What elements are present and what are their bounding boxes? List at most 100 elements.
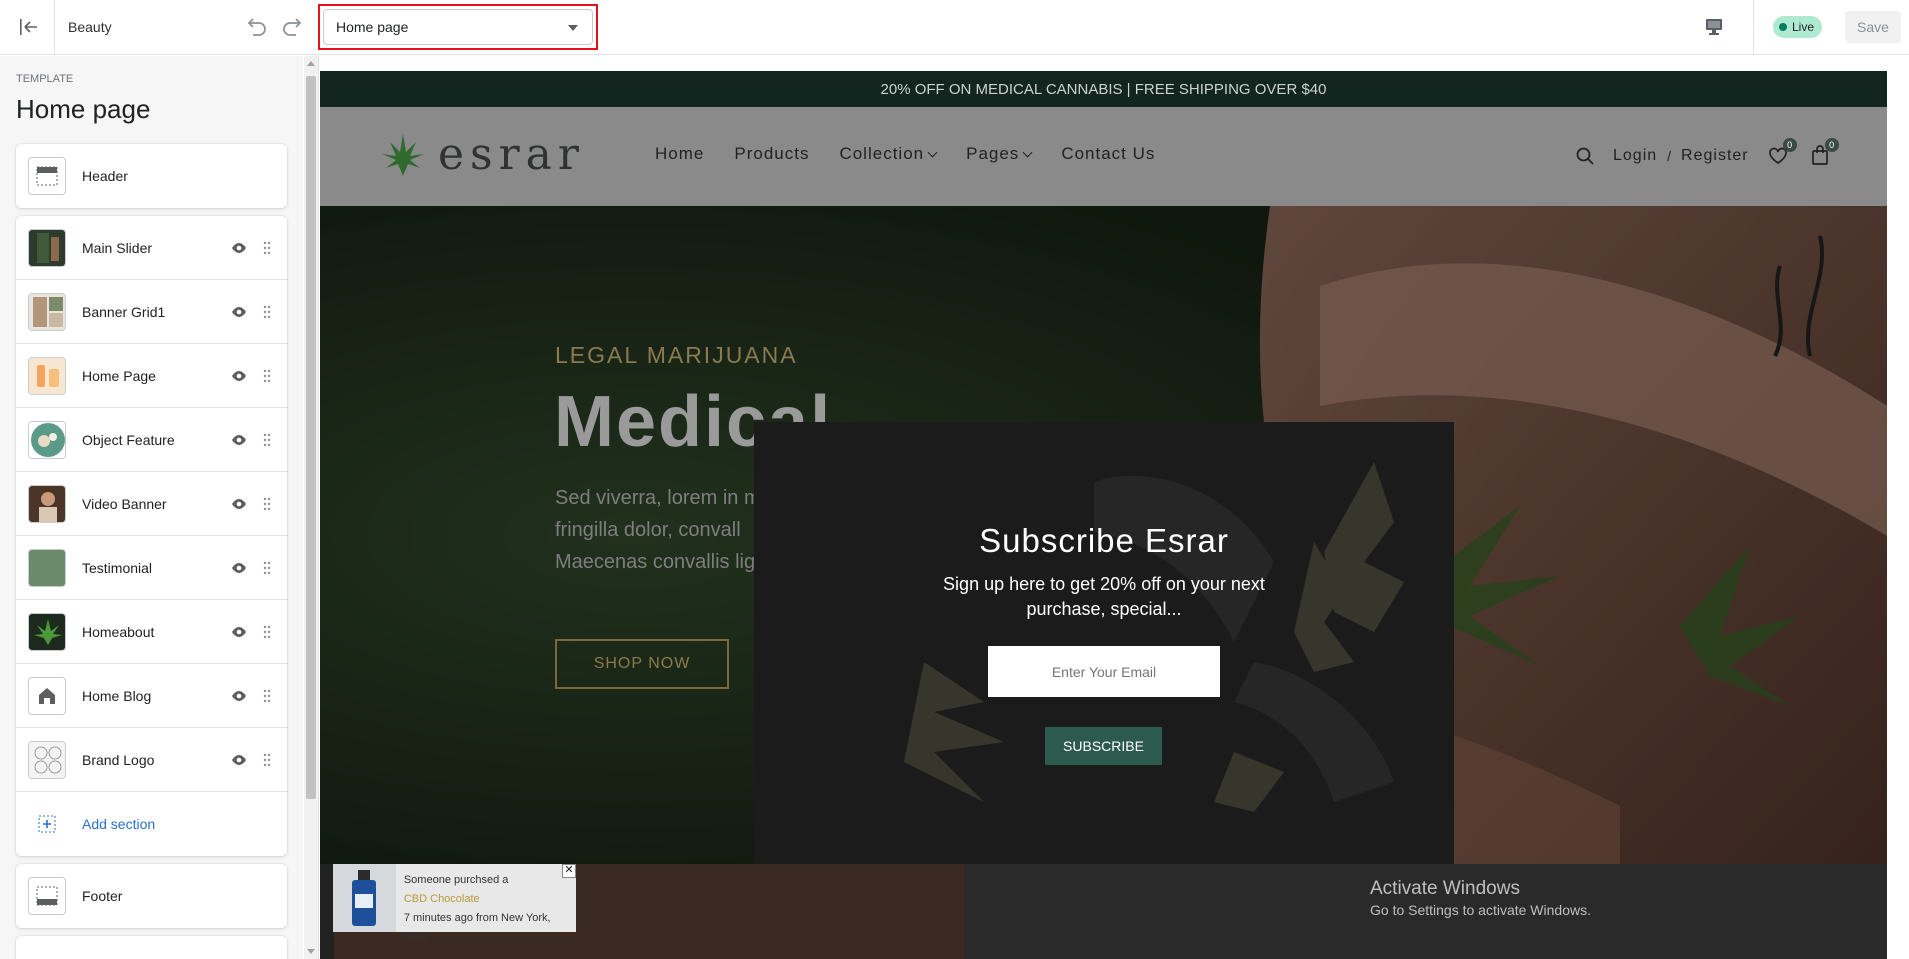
nav-label: Products xyxy=(734,144,810,163)
store-header: esrar Home Products Collection Pages Con… xyxy=(320,107,1887,206)
drag-handle-icon[interactable] xyxy=(262,560,272,576)
subscribe-button[interactable]: SUBSCRIBE xyxy=(1045,727,1162,765)
nav-label: Pages xyxy=(966,144,1020,163)
live-status-badge: Live xyxy=(1773,16,1823,38)
template-select-value: Home page xyxy=(336,19,409,35)
main-nav: Home Products Collection Pages Contact U… xyxy=(655,144,1185,164)
desktop-icon xyxy=(1706,19,1722,35)
eye-icon[interactable] xyxy=(231,304,247,320)
section-label: Banner Grid1 xyxy=(82,303,166,320)
nav-label: Collection xyxy=(839,144,925,163)
nav-home[interactable]: Home xyxy=(655,144,704,164)
eye-icon[interactable] xyxy=(231,560,247,576)
eye-icon[interactable] xyxy=(231,368,247,384)
section-label: Footer xyxy=(82,888,123,904)
home-icon xyxy=(28,676,66,715)
drag-handle-icon[interactable] xyxy=(262,240,272,256)
watermark-subtitle: Go to Settings to activate Windows. xyxy=(1370,902,1591,918)
section-row-testimonial[interactable]: Testimonial xyxy=(16,536,287,600)
section-label: Testimonial xyxy=(82,559,153,576)
status-dot-icon xyxy=(1779,23,1787,31)
eye-icon[interactable] xyxy=(231,624,247,640)
nav-products[interactable]: Products xyxy=(734,144,809,164)
add-section-label: Add section xyxy=(82,816,156,832)
drag-handle-icon[interactable] xyxy=(262,496,272,512)
email-input[interactable] xyxy=(988,646,1220,697)
sidebar-scrollbar[interactable] xyxy=(304,56,319,959)
main-slider-thumbnail xyxy=(28,228,66,267)
section-row-home-blog[interactable]: Home Blog xyxy=(16,664,287,728)
section-row-footer[interactable]: Footer xyxy=(16,864,287,928)
video-banner-thumbnail xyxy=(28,484,66,523)
eye-icon[interactable] xyxy=(231,432,247,448)
sections-sidebar: TEMPLATE Home page Header Main Slider Ba… xyxy=(0,56,303,959)
wishlist-count-badge: 0 xyxy=(1782,138,1797,152)
section-row-object-feature[interactable]: Object Feature xyxy=(16,408,287,472)
save-button[interactable]: Save xyxy=(1845,11,1901,43)
product-image xyxy=(333,864,396,932)
header-actions: Login / Register 0 0 xyxy=(1575,138,1839,168)
theme-name: Beauty xyxy=(68,19,112,35)
desktop-view-button[interactable] xyxy=(1700,13,1728,41)
drag-handle-icon[interactable] xyxy=(262,368,272,384)
status-label: Live xyxy=(1792,20,1815,34)
nav-contact-us[interactable]: Contact Us xyxy=(1061,144,1155,164)
eye-icon[interactable] xyxy=(231,240,247,256)
login-link[interactable]: Login xyxy=(1613,147,1657,165)
section-row-homeabout[interactable]: Homeabout xyxy=(16,600,287,664)
eye-icon[interactable] xyxy=(231,496,247,512)
eye-icon[interactable] xyxy=(231,752,247,768)
banner-grid-thumbnail xyxy=(28,292,66,331)
hero-slider: LEGAL MARIJUANA Medical Sed viverra, lor… xyxy=(320,206,1887,864)
section-row-main-slider[interactable]: Main Slider xyxy=(16,216,287,280)
section-label: Home Page xyxy=(82,367,156,384)
exit-button[interactable] xyxy=(14,13,44,41)
section-row-banner-grid1[interactable]: Banner Grid1 xyxy=(16,280,287,344)
drag-handle-icon[interactable] xyxy=(262,304,272,320)
redo-button[interactable] xyxy=(279,13,307,41)
scroll-up-arrow-icon[interactable] xyxy=(307,61,315,66)
purchase-notification[interactable]: Someone purchsed a CBD Chocolate 7 minut… xyxy=(333,864,576,943)
cart-button[interactable]: 0 xyxy=(1809,138,1839,168)
add-section-button[interactable]: Add section xyxy=(16,792,287,856)
testimonial-thumbnail xyxy=(28,548,66,587)
notification-line: Someone purchsed a xyxy=(403,874,509,886)
drag-handle-icon[interactable] xyxy=(262,624,272,640)
brand-logo-thumbnail xyxy=(28,740,66,779)
store-preview: 20% OFF ON MEDICAL CANNABIS | FREE SHIPP… xyxy=(320,71,1887,959)
cart-count-badge: 0 xyxy=(1824,138,1839,152)
template-select[interactable]: Home page xyxy=(318,4,598,50)
object-feature-thumbnail xyxy=(28,420,66,459)
undo-button[interactable] xyxy=(242,13,270,41)
section-row-home-page[interactable]: Home Page xyxy=(16,344,287,408)
hero-subtitle: LEGAL MARIJUANA xyxy=(555,342,798,368)
drag-handle-icon[interactable] xyxy=(262,752,272,768)
drag-handle-icon[interactable] xyxy=(262,432,272,448)
nav-collection[interactable]: Collection xyxy=(839,144,938,164)
section-label: Main Slider xyxy=(82,239,153,256)
close-icon[interactable]: ✕ xyxy=(562,864,576,878)
bottom-banner-strip: Activate Windows Go to Settings to activ… xyxy=(320,864,1887,959)
drag-handle-icon[interactable] xyxy=(262,688,272,704)
section-row-brand-logo[interactable]: Brand Logo xyxy=(16,728,287,792)
home-page-thumbnail xyxy=(28,356,66,395)
popup-title: Subscribe Esrar xyxy=(979,522,1229,559)
chevron-down-icon xyxy=(927,147,938,157)
wishlist-button[interactable]: 0 xyxy=(1767,138,1797,168)
shop-now-button[interactable]: SHOP NOW xyxy=(555,639,729,689)
footer-section-icon xyxy=(28,877,66,915)
nav-pages[interactable]: Pages xyxy=(966,144,1033,164)
notification-line: 7 minutes ago from New York, USA xyxy=(403,912,551,943)
search-icon[interactable] xyxy=(1575,146,1595,166)
subscribe-popup: Subscribe Esrar Sign up here to get 20% … xyxy=(754,422,1454,864)
scroll-down-arrow-icon[interactable] xyxy=(307,949,315,954)
section-row-video-banner[interactable]: Video Banner xyxy=(16,472,287,536)
register-link[interactable]: Register xyxy=(1681,147,1749,165)
popup-background-image xyxy=(754,422,1454,864)
scrollbar-thumb[interactable] xyxy=(306,76,316,799)
exit-icon xyxy=(20,19,37,35)
section-row-header[interactable]: Header xyxy=(16,144,287,208)
store-logo[interactable]: esrar xyxy=(378,129,585,180)
notification-product[interactable]: CBD Chocolate xyxy=(404,890,568,909)
eye-icon[interactable] xyxy=(231,688,247,704)
